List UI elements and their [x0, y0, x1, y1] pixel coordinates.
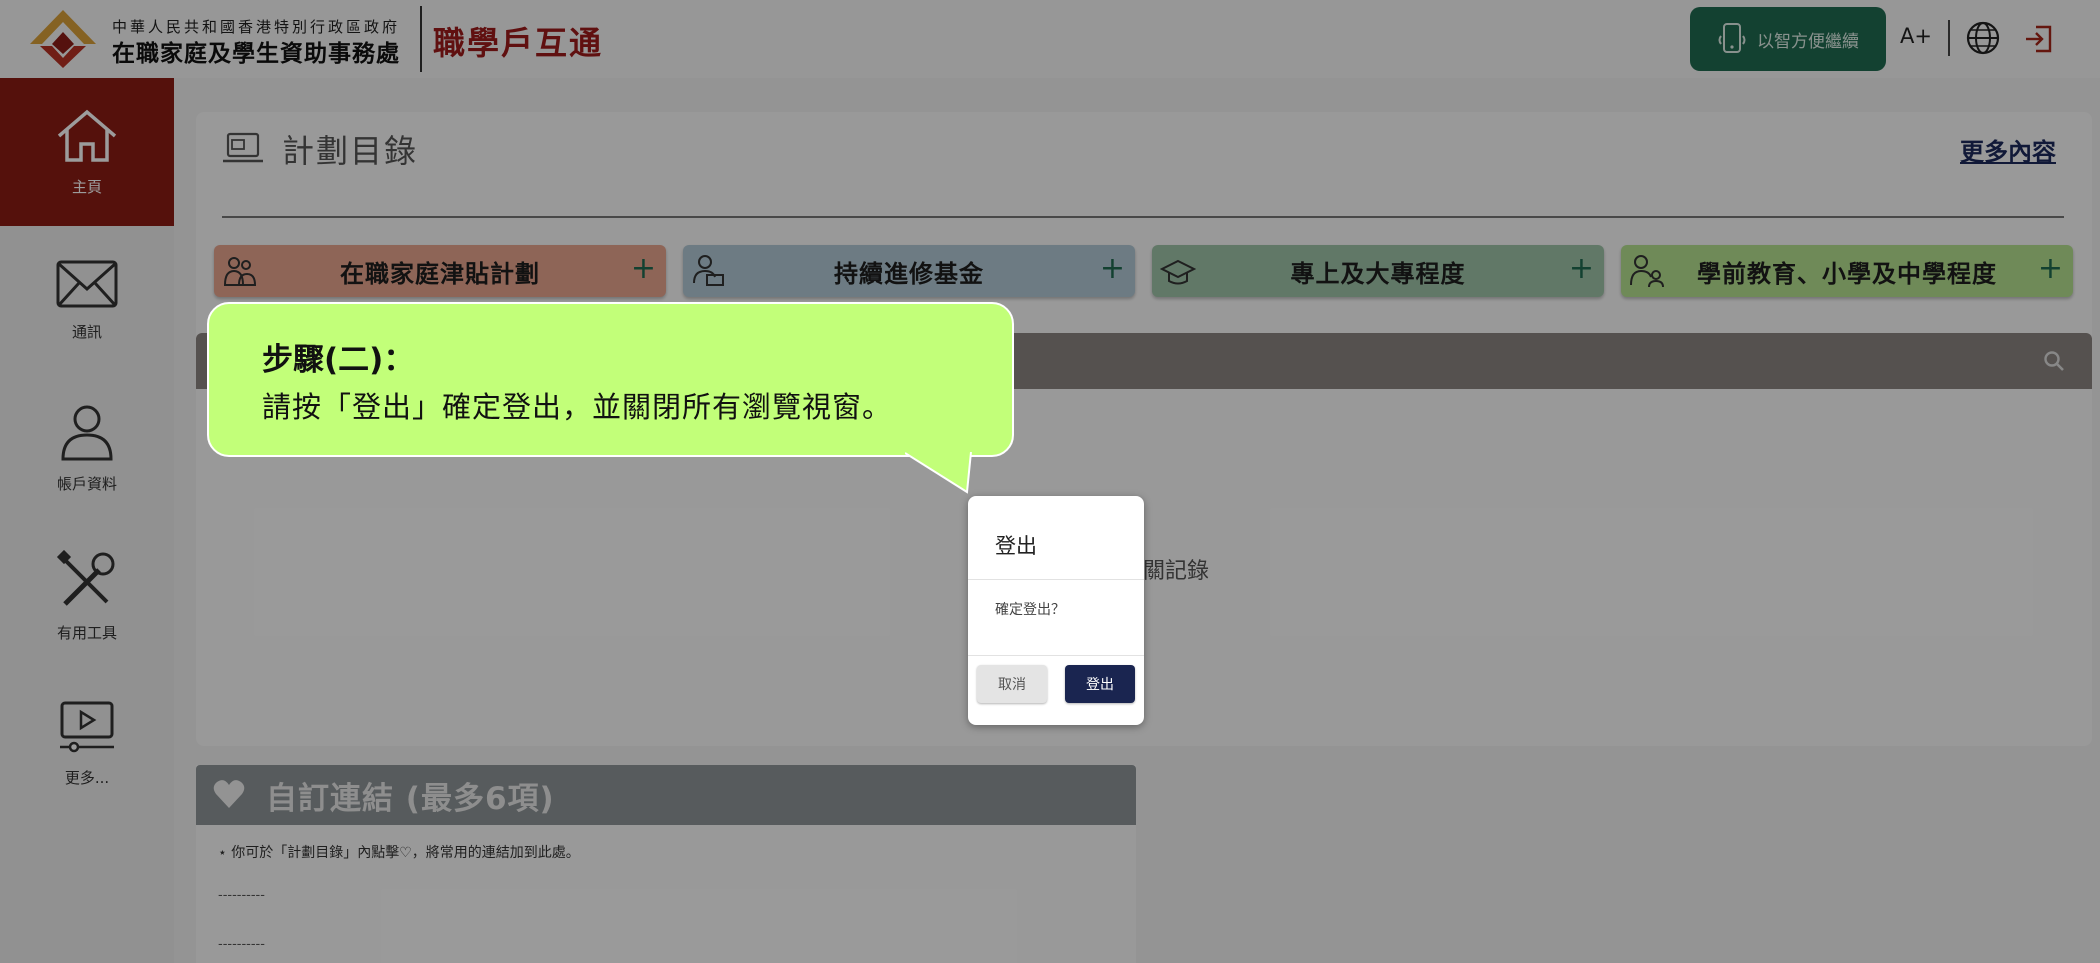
bubble-tail: [905, 452, 972, 494]
step-title: 步驟(二)：: [262, 342, 415, 378]
instruction-bubble: [207, 302, 1014, 457]
dialog-title: 登出: [995, 534, 1037, 558]
dialog-divider: [968, 579, 1144, 580]
step-instruction: 請按「登出」確定登出，並關閉所有瀏覽視窗。: [262, 390, 893, 424]
dialog-message: 確定登出？: [995, 602, 1065, 618]
cancel-button[interactable]: 取消: [977, 665, 1047, 703]
dialog-divider: [968, 655, 1144, 656]
confirm-logout-button[interactable]: 登出: [1065, 665, 1135, 703]
modal-overlay[interactable]: [0, 0, 2100, 963]
